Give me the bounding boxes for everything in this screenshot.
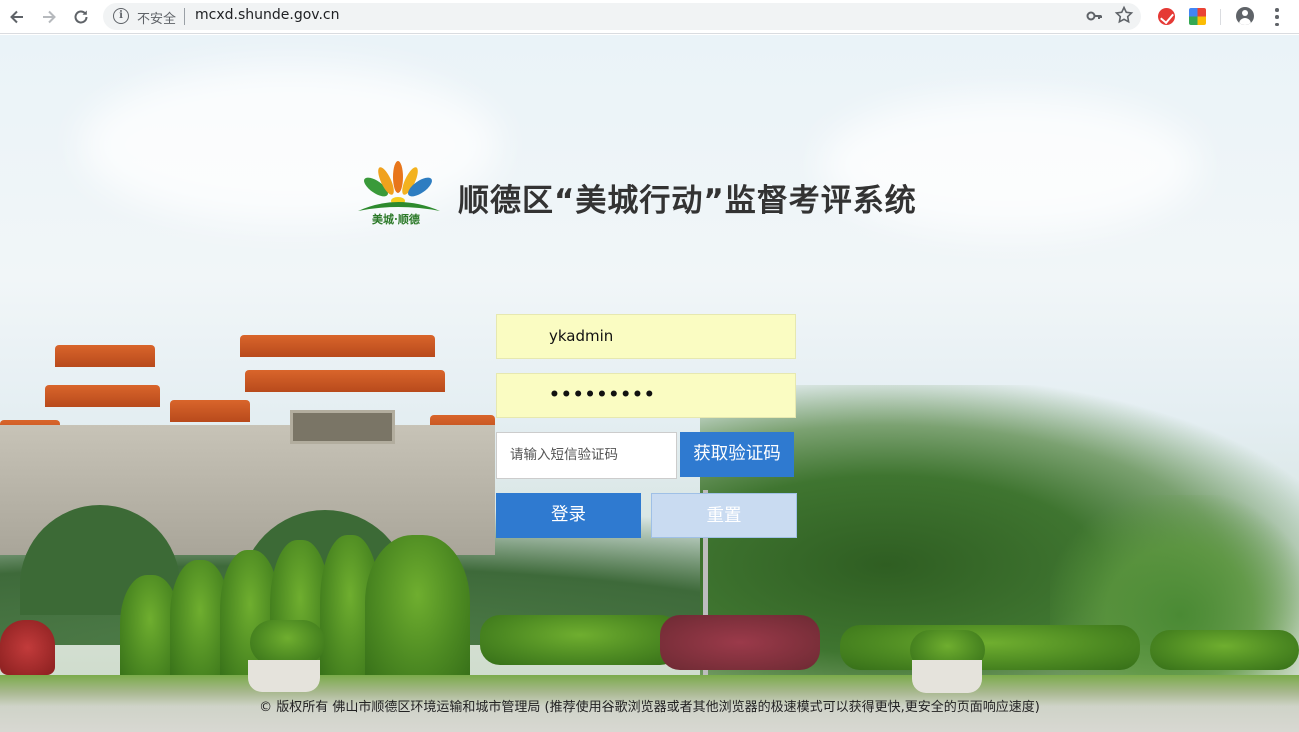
- omnibox-divider: [184, 8, 185, 25]
- extension-red-icon[interactable]: [1158, 8, 1175, 25]
- url-text[interactable]: mcxd.shunde.gov.cn: [195, 7, 340, 23]
- info-icon[interactable]: i: [113, 8, 129, 24]
- toolbar-divider: [1220, 9, 1221, 25]
- key-icon[interactable]: [1085, 7, 1103, 25]
- sms-code-input[interactable]: 请输入短信验证码: [496, 432, 677, 479]
- password-input[interactable]: •••••••••: [496, 373, 796, 418]
- menu-dots-icon[interactable]: [1274, 8, 1280, 26]
- reload-icon[interactable]: [68, 4, 94, 30]
- logo-caption: 美城·顺德: [372, 213, 420, 226]
- copyright-footer: © 版权所有 佛山市顺德区环境运输和城市管理局 (推荐使用谷歌浏览器或者其他浏览…: [259, 700, 1040, 715]
- reset-button[interactable]: 重置: [651, 493, 797, 538]
- star-icon[interactable]: [1114, 5, 1134, 25]
- gate-plaque: [290, 410, 395, 444]
- arrow-right-icon[interactable]: [36, 4, 62, 30]
- browser-toolbar: i 不安全 mcxd.shunde.gov.cn: [0, 0, 1299, 34]
- security-label[interactable]: 不安全: [137, 8, 176, 27]
- planter: [248, 660, 320, 692]
- get-code-button[interactable]: 获取验证码: [680, 432, 794, 477]
- account-icon[interactable]: [1236, 7, 1254, 25]
- page-title: 顺德区“美城行动”监督考评系统: [458, 183, 917, 219]
- extension-color-icon[interactable]: [1189, 8, 1206, 25]
- username-input[interactable]: ykadmin: [496, 314, 796, 359]
- planter: [912, 660, 982, 693]
- login-button[interactable]: 登录: [496, 493, 641, 538]
- address-bar[interactable]: i 不安全 mcxd.shunde.gov.cn: [103, 3, 1141, 30]
- arrow-left-icon[interactable]: [4, 4, 30, 30]
